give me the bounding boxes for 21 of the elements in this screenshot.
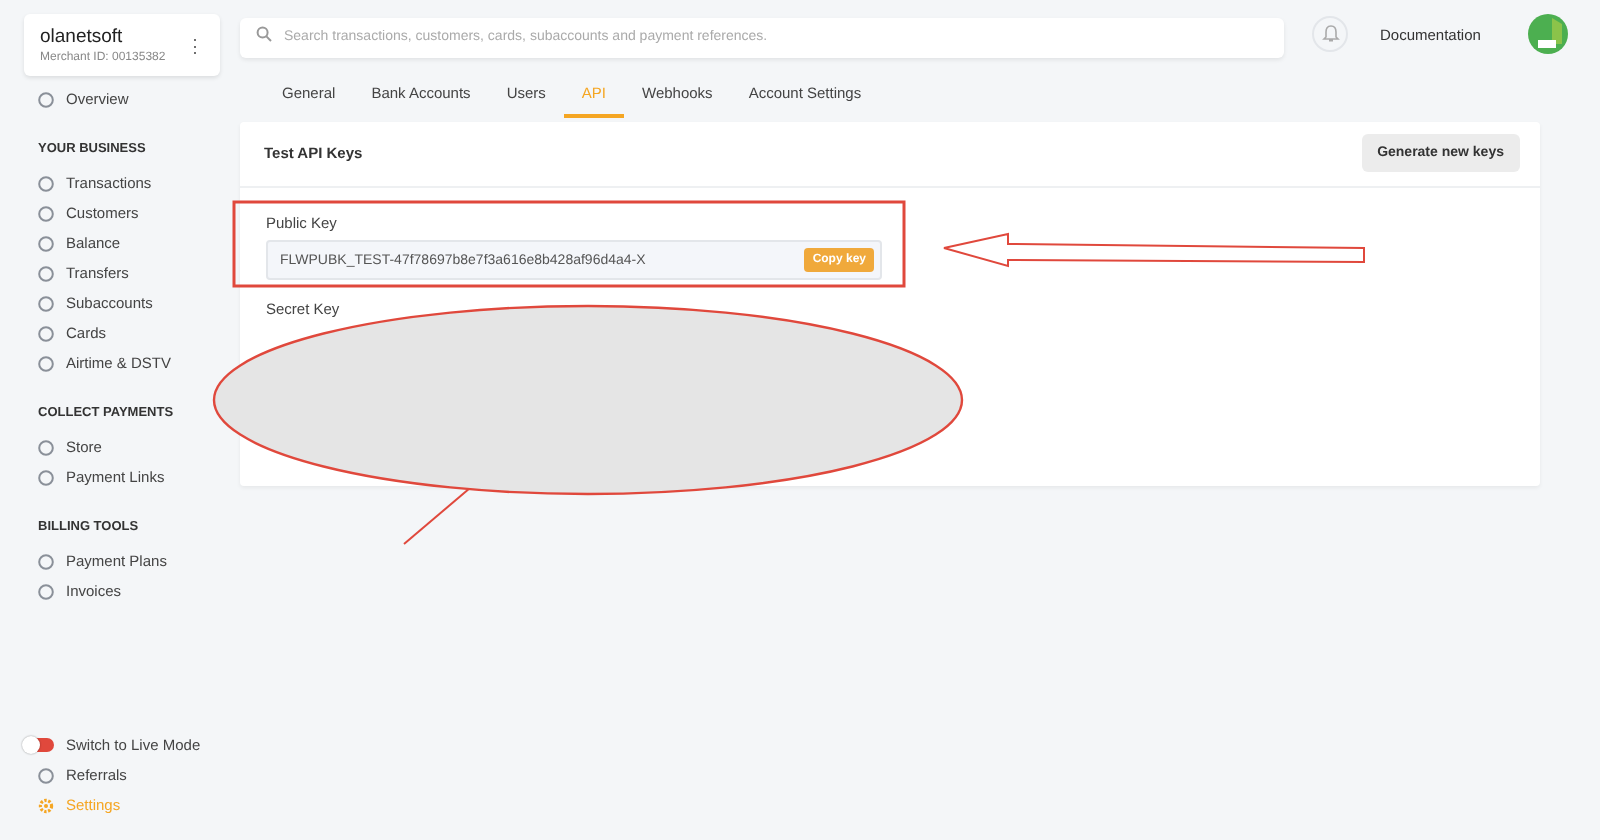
avatar[interactable]	[1528, 14, 1569, 54]
circle-icon	[38, 205, 54, 221]
circle-icon	[38, 265, 54, 281]
circle-icon	[38, 325, 54, 341]
notification-button[interactable]	[1312, 16, 1348, 52]
circle-icon	[38, 553, 54, 569]
circle-icon	[38, 175, 54, 191]
bell-icon	[1321, 24, 1339, 44]
circle-icon	[38, 235, 54, 251]
circle-icon	[38, 295, 54, 311]
gear-icon	[38, 797, 54, 813]
search-icon	[256, 26, 272, 42]
circle-icon	[38, 355, 54, 371]
menu-icon[interactable]: ⋮	[186, 35, 204, 55]
circle-icon	[38, 439, 54, 455]
circle-icon	[38, 767, 54, 783]
live-mode-toggle[interactable]	[24, 738, 54, 752]
circle-icon	[38, 583, 54, 599]
circle-icon	[38, 469, 54, 485]
circle-icon	[38, 91, 54, 107]
merchant-name: olanetsoft	[40, 26, 125, 48]
